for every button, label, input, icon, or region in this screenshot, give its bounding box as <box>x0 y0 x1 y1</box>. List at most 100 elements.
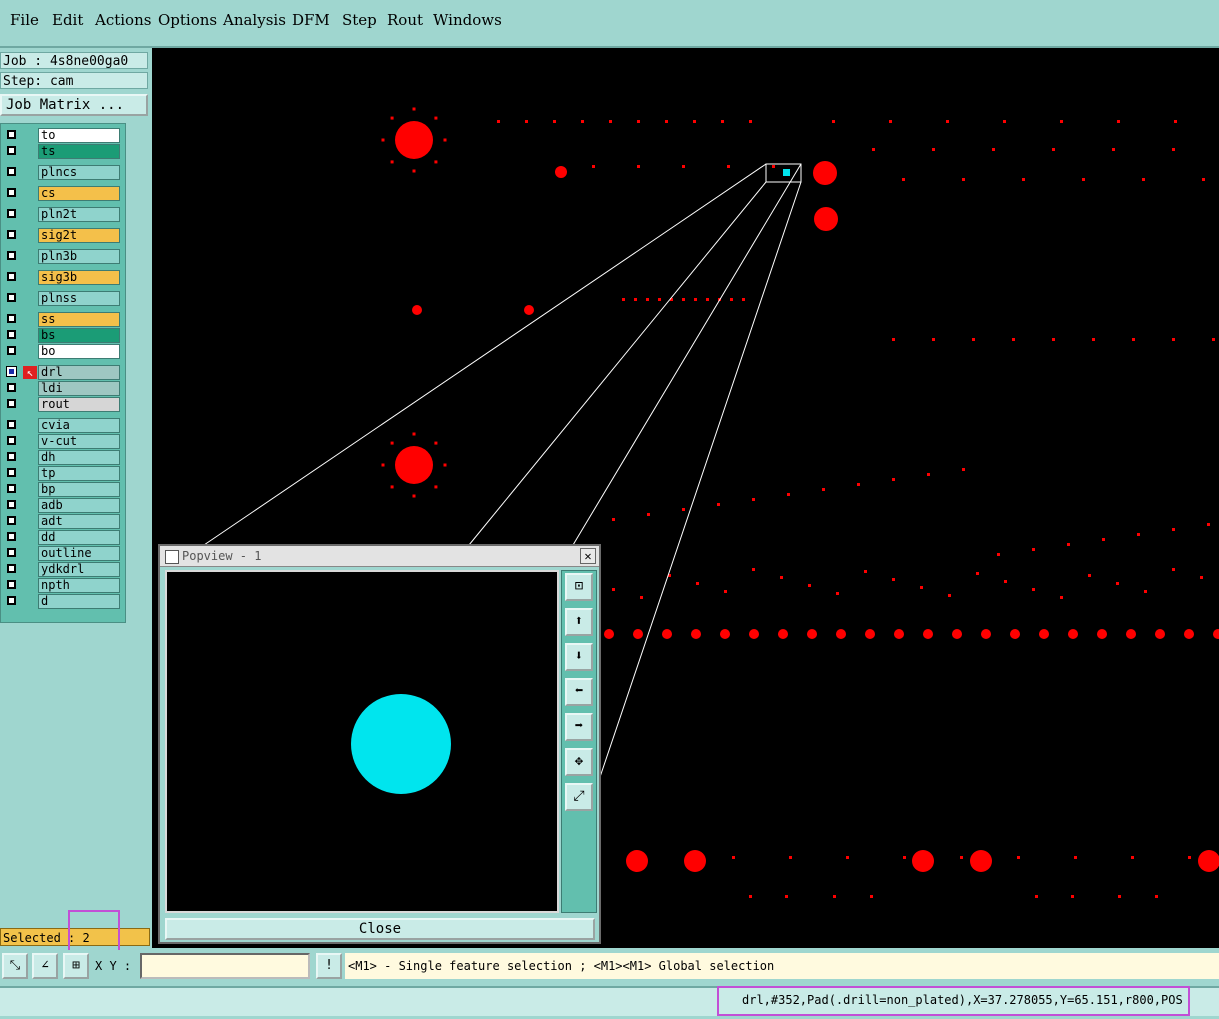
layer-row-npth[interactable]: npth <box>5 578 121 593</box>
zoom-fit-icon[interactable]: ⊡ <box>565 573 593 601</box>
pan-left-icon[interactable]: ⬅ <box>565 678 593 706</box>
layer-row-bo[interactable]: bo <box>5 344 121 359</box>
zoom-out-icon[interactable]: ⤢ <box>565 783 593 811</box>
layer-name[interactable]: ldi <box>38 381 120 396</box>
layer-name[interactable]: cs <box>38 186 120 201</box>
layer-checkbox[interactable] <box>7 251 16 260</box>
layer-checkbox[interactable] <box>7 436 16 445</box>
layer-name[interactable]: rout <box>38 397 120 412</box>
layer-checkbox[interactable] <box>6 366 17 377</box>
layer-row-sig3b[interactable]: sig3b <box>5 270 121 285</box>
layer-name[interactable]: outline <box>38 546 120 561</box>
layer-row-rout[interactable]: rout <box>5 397 121 412</box>
measure-icon[interactable]: ∠ <box>32 953 58 979</box>
layer-checkbox[interactable] <box>7 516 16 525</box>
layer-checkbox[interactable] <box>7 580 16 589</box>
layer-name[interactable]: adt <box>38 514 120 529</box>
layer-row-cvia[interactable]: cvia <box>5 418 121 433</box>
menu-rout[interactable]: Rout <box>387 11 423 29</box>
layer-row-d[interactable]: d <box>5 594 121 609</box>
layer-row-to[interactable]: to <box>5 128 121 143</box>
layer-row-ldi[interactable]: ldi <box>5 381 121 396</box>
layer-row-ss[interactable]: ss <box>5 312 121 327</box>
layer-row-bs[interactable]: bs <box>5 328 121 343</box>
layer-name[interactable]: bs <box>38 328 120 343</box>
pan-up-icon[interactable]: ⬆ <box>565 608 593 636</box>
layer-row-v-cut[interactable]: v-cut <box>5 434 121 449</box>
layer-row-drl[interactable]: ↖ drl <box>5 365 121 380</box>
layer-name[interactable]: tp <box>38 466 120 481</box>
layer-row-plnss[interactable]: plnss <box>5 291 121 306</box>
close-button[interactable]: Close <box>165 918 595 940</box>
layer-checkbox[interactable] <box>7 188 16 197</box>
layer-checkbox[interactable] <box>7 484 16 493</box>
layer-name[interactable]: ss <box>38 312 120 327</box>
layer-name[interactable]: pln2t <box>38 207 120 222</box>
popview-canvas[interactable] <box>165 570 559 913</box>
xy-input[interactable] <box>140 953 310 979</box>
layer-row-adt[interactable]: adt <box>5 514 121 529</box>
close-icon[interactable]: ✕ <box>580 548 596 564</box>
layer-checkbox[interactable] <box>7 167 16 176</box>
popview-titlebar[interactable]: Popview - 1 ✕ <box>160 546 599 567</box>
layer-row-dh[interactable]: dh <box>5 450 121 465</box>
layer-checkbox[interactable] <box>7 209 16 218</box>
layer-row-tp[interactable]: tp <box>5 466 121 481</box>
layer-row-pln2t[interactable]: pln2t <box>5 207 121 222</box>
snap-icon[interactable]: ⤡ <box>2 953 28 979</box>
layer-name[interactable]: plncs <box>38 165 120 180</box>
job-matrix-button[interactable]: Job Matrix ... <box>0 94 148 116</box>
layer-row-sig2t[interactable]: sig2t <box>5 228 121 243</box>
layer-name[interactable]: bo <box>38 344 120 359</box>
layer-name[interactable]: drl <box>38 365 120 380</box>
layer-row-adb[interactable]: adb <box>5 498 121 513</box>
layer-checkbox[interactable] <box>7 596 16 605</box>
layer-row-cs[interactable]: cs <box>5 186 121 201</box>
layer-name[interactable]: to <box>38 128 120 143</box>
menu-edit[interactable]: Edit <box>52 11 83 29</box>
layer-checkbox[interactable] <box>7 146 16 155</box>
layer-name[interactable]: dh <box>38 450 120 465</box>
layer-name[interactable]: bp <box>38 482 120 497</box>
layer-checkbox[interactable] <box>7 293 16 302</box>
layer-row-bp[interactable]: bp <box>5 482 121 497</box>
layer-checkbox[interactable] <box>7 272 16 281</box>
layer-name[interactable]: dd <box>38 530 120 545</box>
layer-row-plncs[interactable]: plncs <box>5 165 121 180</box>
layer-checkbox[interactable] <box>7 564 16 573</box>
layer-name[interactable]: sig2t <box>38 228 120 243</box>
layer-row-pln3b[interactable]: pln3b <box>5 249 121 264</box>
layer-name[interactable]: adb <box>38 498 120 513</box>
layer-checkbox[interactable] <box>7 314 16 323</box>
layer-row-ydkdrl[interactable]: ydkdrl <box>5 562 121 577</box>
layer-checkbox[interactable] <box>7 383 16 392</box>
layer-checkbox[interactable] <box>7 330 16 339</box>
layer-name[interactable]: ts <box>38 144 120 159</box>
layer-checkbox[interactable] <box>7 452 16 461</box>
layer-name[interactable]: npth <box>38 578 120 593</box>
layer-name[interactable]: plnss <box>38 291 120 306</box>
layer-checkbox[interactable] <box>7 468 16 477</box>
layer-checkbox[interactable] <box>7 420 16 429</box>
layer-checkbox[interactable] <box>7 346 16 355</box>
layer-checkbox[interactable] <box>7 500 16 509</box>
layer-row-dd[interactable]: dd <box>5 530 121 545</box>
grid-icon[interactable]: ⊞ <box>63 953 89 979</box>
menu-actions[interactable]: Actions <box>95 11 151 29</box>
layer-row-ts[interactable]: ts <box>5 144 121 159</box>
menu-options[interactable]: Options <box>158 11 217 29</box>
layer-name[interactable]: v-cut <box>38 434 120 449</box>
layer-checkbox[interactable] <box>7 532 16 541</box>
layer-name[interactable]: cvia <box>38 418 120 433</box>
layer-name[interactable]: d <box>38 594 120 609</box>
menu-dfm[interactable]: DFM <box>292 11 330 29</box>
layer-checkbox[interactable] <box>7 548 16 557</box>
pan-right-icon[interactable]: ➡ <box>565 713 593 741</box>
menu-file[interactable]: File <box>10 11 39 29</box>
menu-windows[interactable]: Windows <box>433 11 502 29</box>
menu-analysis[interactable]: Analysis <box>223 11 286 29</box>
popview-window[interactable]: Popview - 1 ✕ ⊡ ⬆ ⬇ ⬅ ➡ ✥ ⤢ Close <box>158 544 601 944</box>
layer-checkbox[interactable] <box>7 230 16 239</box>
layer-name[interactable]: ydkdrl <box>38 562 120 577</box>
layer-checkbox[interactable] <box>7 130 16 139</box>
